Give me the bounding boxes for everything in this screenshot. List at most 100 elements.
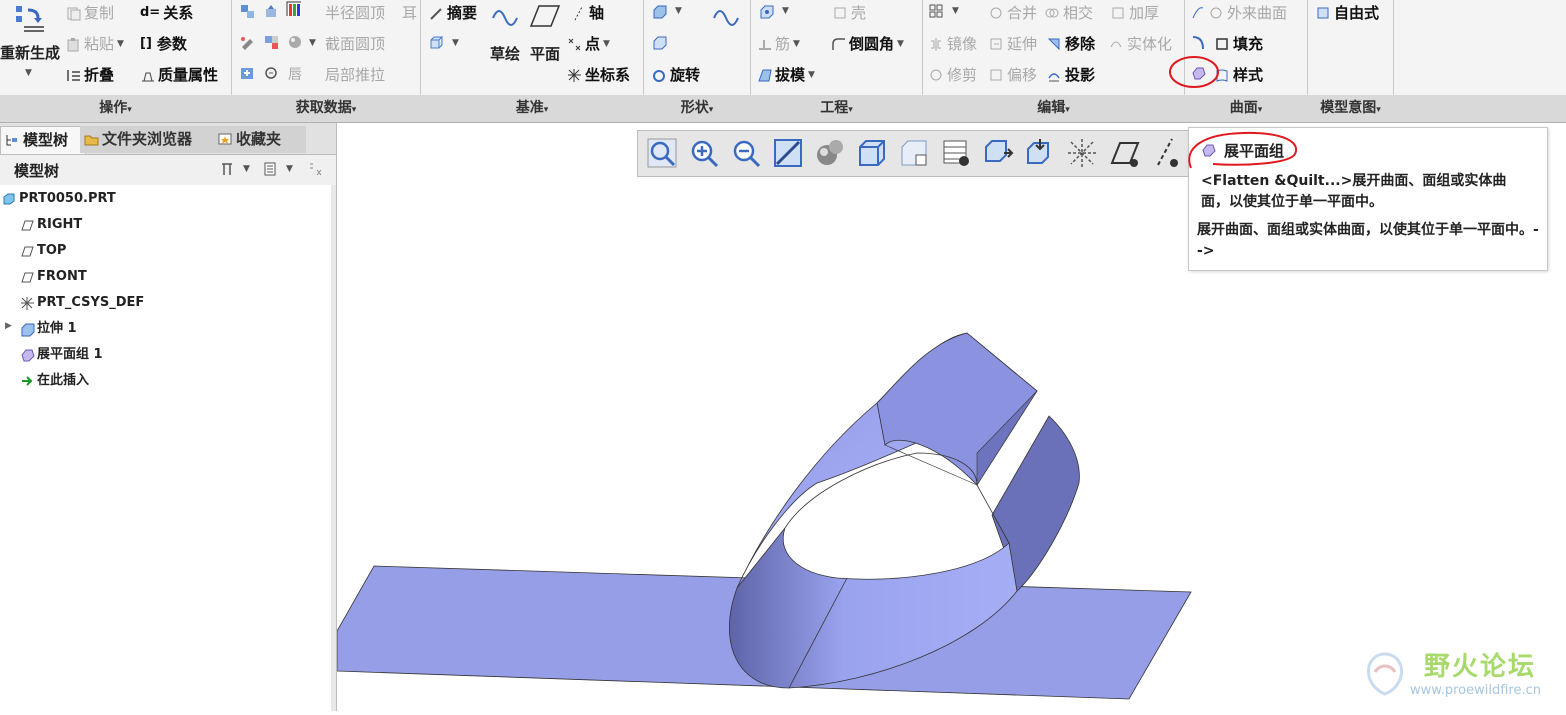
section-dome-button[interactable]: 截面圆顶 [325,33,385,55]
external-surface-icon [1209,6,1224,21]
plane-display-icon[interactable] [1108,137,1140,169]
pattern-icon[interactable] [929,4,944,19]
tab-favorites[interactable]: 收藏夹 [214,126,306,153]
zoom-in-icon[interactable] [688,137,720,169]
copy-geometry-icon[interactable] [240,4,255,19]
lip-button[interactable]: 唇 [288,64,302,86]
regenerate-dropdown[interactable]: ▼ [25,68,32,78]
sweep-icon[interactable] [712,4,742,28]
regenerate-button[interactable]: 重新生成 [0,42,60,63]
group-label-get-data[interactable]: 获取数据▾ [232,95,420,122]
tree-node-extrude[interactable]: 拉伸 1 [20,317,77,341]
point-button[interactable]: 点 ▼ [567,33,610,55]
shrinkwrap-icon[interactable] [264,4,279,19]
axis-button[interactable]: 轴 [571,2,604,24]
color-palette-icon[interactable] [286,1,308,21]
filled-surface-icon[interactable] [1191,35,1206,50]
merge-button[interactable]: 合并 [989,2,1037,24]
zoom-fit-icon[interactable] [646,137,678,169]
parameters-button[interactable]: [] 参数 [140,33,187,55]
zoom-out-icon[interactable] [730,137,762,169]
group-label-operations[interactable]: 操作▾ [0,95,231,122]
hole-icon[interactable] [759,4,774,19]
tree-node-top[interactable]: TOP [20,239,66,263]
group-label-shapes[interactable]: 形状▾ [644,95,750,122]
solidify-button[interactable]: 实体化 [1109,33,1172,55]
sketch-icon[interactable] [491,4,521,28]
spin-center-icon[interactable] [1024,137,1056,169]
tree-node-front[interactable]: FRONT [20,265,87,289]
shell-button[interactable]: 壳 [833,2,866,24]
round-button[interactable]: 倒圆角 ▼ [831,33,904,55]
tree-node-flatten-quilt[interactable]: 展平面组 1 [20,343,103,367]
csys-button[interactable]: 坐标系 [567,64,630,86]
extend-icon [989,37,1004,52]
revolve-button[interactable]: 旋转 [652,64,700,86]
remove-icon [1047,37,1062,52]
extend-button[interactable]: 延伸 [989,33,1037,55]
blend-icon[interactable] [652,35,667,50]
intersect-button[interactable]: 相交 [1045,2,1093,24]
folder-icon [84,132,99,147]
offset-button[interactable]: 偏移 [989,64,1037,86]
tree-node-insert-here[interactable]: 在此插入 [20,369,89,393]
intersect-icon [1045,6,1060,21]
show-icon[interactable] [263,162,278,177]
model-tree-panel: 模型树 文件夹浏览器 收藏夹 模型树 ▼ ▼ PRT0050.PRT RIGHT… [0,123,337,711]
local-push-button[interactable]: 局部推拉 [325,64,385,86]
mass-properties-button[interactable]: 质量属性 [140,64,218,86]
data-sharing-icon[interactable] [240,66,255,81]
extrude-icon[interactable] [652,4,667,19]
appearance-icon[interactable] [264,35,279,50]
datum-box-icon[interactable] [429,35,444,50]
group-datum: 摘要 ▼ 草绘 平面 轴 点 ▼ 坐标系 [421,0,644,95]
tree-settings-icon[interactable] [220,162,235,177]
tree-node-part[interactable]: PRT0050.PRT [2,187,116,211]
fill-icon [1215,37,1230,52]
panel-scrollbar[interactable] [331,185,336,711]
saved-views-icon[interactable] [856,137,888,169]
group-label-surfaces[interactable]: 曲面▾ [1185,95,1307,122]
project-button[interactable]: 投影 [1047,64,1095,86]
csys-display-icon[interactable] [1066,137,1098,169]
sphere-icon[interactable] [288,35,303,50]
tab-model-tree[interactable]: 模型树 [0,126,86,154]
rib-button[interactable]: 筋 ▼ [757,33,800,55]
perspective-icon[interactable] [940,137,972,169]
group-label-editing[interactable]: 编辑▾ [923,95,1184,122]
ear-button[interactable]: 耳 [402,2,417,24]
expand-arrow-icon[interactable]: ▶ [5,321,12,331]
group-label-model-intent[interactable]: 模型意图▾ [1308,95,1393,122]
copy-button[interactable]: 复制 [66,2,114,24]
tree-node-csys[interactable]: PRT_CSYS_DEF [20,291,144,315]
relations-button[interactable]: d= 关系 [140,2,193,24]
paste-button[interactable]: 粘贴 ▼ [66,33,124,55]
sketch-button[interactable]: 草绘 [485,43,525,64]
paint-icon[interactable] [240,35,255,50]
remove-button[interactable]: 移除 [1047,33,1095,55]
tree-node-right[interactable]: RIGHT [20,213,82,237]
view-manager-icon[interactable] [898,137,930,169]
filter-icon[interactable] [308,162,323,177]
group-label-datum[interactable]: 基准▾ [421,95,643,122]
tooltip-description-2: 展开曲面、面组或实体曲面，以使其位于单一平面中。--> [1197,222,1539,259]
draft-button[interactable]: 拔模 ▼ [757,64,815,86]
plane-button[interactable]: 平面 [525,43,565,64]
trim-button[interactable]: 修剪 [929,64,977,86]
plane-icon[interactable] [529,4,561,28]
radius-dome-button[interactable]: 半径圆顶 [325,2,385,24]
summary-button[interactable]: 摘要 [429,2,477,24]
datum-display-icon[interactable] [982,137,1014,169]
repaint-icon[interactable] [772,137,804,169]
boundary-blend-button[interactable]: 外来曲面 [1191,2,1287,24]
thicken-button[interactable]: 加厚 [1111,2,1159,24]
tab-folder-browser[interactable]: 文件夹浏览器 [80,126,214,153]
part-icon [2,192,16,206]
display-style-icon[interactable] [814,137,846,169]
mirror-button[interactable]: 镜像 [929,33,977,55]
freestyle-button[interactable]: 自由式 [1316,2,1379,24]
group-label-engineering[interactable]: 工程▾ [751,95,922,122]
inheritance-icon[interactable] [264,66,279,81]
fold-button[interactable]: 折叠 [66,64,114,86]
axis-display-icon[interactable] [1150,137,1182,169]
